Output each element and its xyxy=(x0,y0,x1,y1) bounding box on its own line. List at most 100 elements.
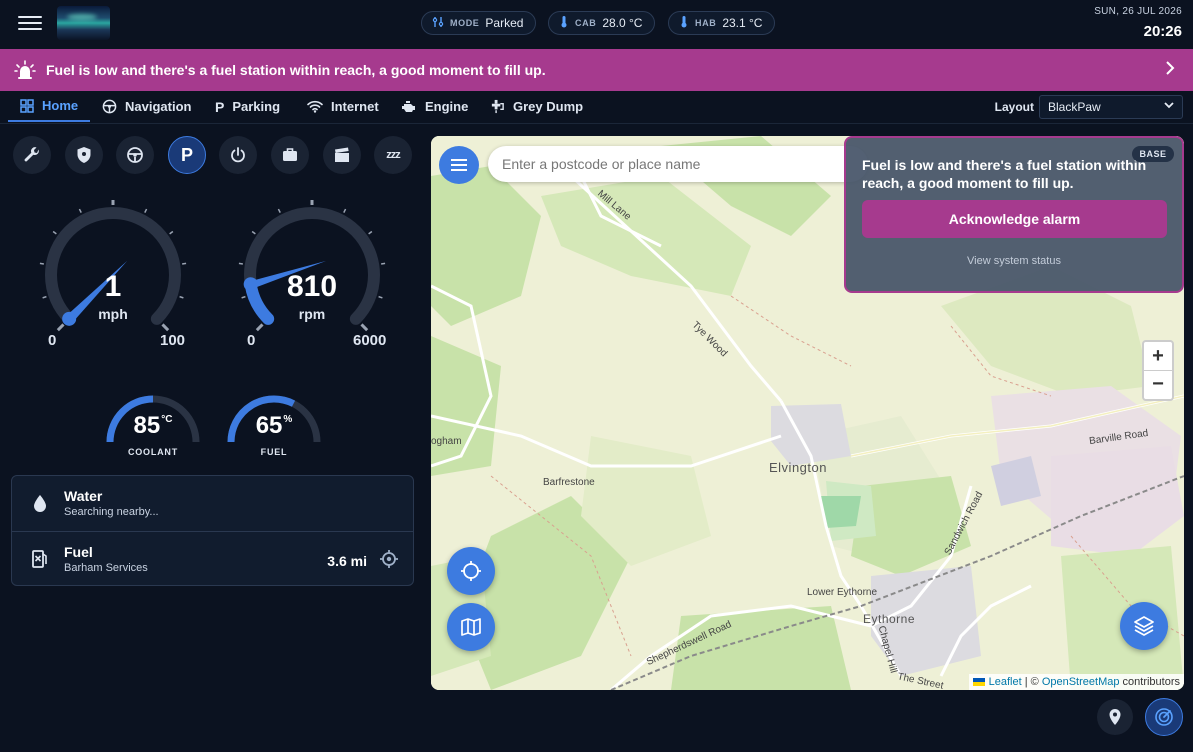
thermometer-icon xyxy=(559,15,569,31)
mode-value: Parked xyxy=(485,16,524,30)
alarm-popup: Fuel is low and there's a fuel station w… xyxy=(844,136,1184,293)
gauge-tick xyxy=(368,230,373,235)
mode-pill[interactable]: MODE Parked xyxy=(421,11,537,35)
zoom-in-button[interactable]: + xyxy=(1144,342,1172,370)
thermometer-icon xyxy=(679,15,689,31)
attribution-separator: | © xyxy=(1021,676,1042,688)
attribution-suffix: contributors xyxy=(1119,676,1180,688)
map-view[interactable]: Elvington Barfrestone Lower Eythorne Eyt… xyxy=(431,136,1184,690)
layers-icon xyxy=(1134,616,1154,636)
tab-label: Grey Dump xyxy=(513,99,584,114)
parked-mode-button[interactable]: P xyxy=(168,136,206,174)
location-pin-icon xyxy=(1109,709,1121,725)
banner-message: Fuel is low and there's a fuel station w… xyxy=(46,62,546,78)
gauge-tick xyxy=(39,262,44,265)
map-label-lower-eythorne: Lower Eythorne xyxy=(807,587,878,598)
power-mode-button[interactable] xyxy=(219,136,257,174)
list-item-fuel[interactable]: Fuel Barham Services 3.6 mi xyxy=(12,531,413,586)
rpm-gauge: 810 rpm 0 6000 xyxy=(237,197,387,350)
speed-value: 1 xyxy=(104,270,122,303)
shield-icon xyxy=(77,147,91,163)
rpm-value: 810 xyxy=(286,270,338,303)
nearby-services-list: Water Searching nearby... Fuel Barham Se… xyxy=(11,475,414,586)
hamburger-menu-icon[interactable] xyxy=(18,13,42,33)
parking-icon: P xyxy=(215,98,225,115)
wifi-icon xyxy=(307,100,323,113)
tab-engine[interactable]: Engine xyxy=(401,91,468,122)
tab-label: Navigation xyxy=(125,99,192,114)
gauge-tick xyxy=(251,230,256,235)
map-label-barfrestone: Barfrestone xyxy=(543,477,595,488)
speed-max: 100 xyxy=(160,332,186,349)
recenter-button[interactable] xyxy=(447,547,495,595)
gauge-tick xyxy=(78,208,82,213)
zoom-out-button[interactable]: − xyxy=(1144,370,1172,398)
tab-grey-dump[interactable]: Grey Dump xyxy=(490,91,583,122)
map-label-ogham: ogham xyxy=(431,436,462,447)
alarm-light-icon xyxy=(14,59,36,81)
tab-navigation[interactable]: Navigation xyxy=(102,91,191,122)
leaflet-link[interactable]: Leaflet xyxy=(989,676,1022,688)
fuel-caption: FUEL xyxy=(260,447,288,457)
tab-parking[interactable]: P Parking xyxy=(215,91,280,122)
fuel-value: 65 xyxy=(255,412,283,439)
fuel-unit: % xyxy=(283,414,293,425)
fuel-value-wrap: 65% xyxy=(223,412,325,440)
maintenance-mode-button[interactable] xyxy=(13,136,51,174)
coolant-caption: COOLANT xyxy=(127,447,179,457)
driving-mode-button[interactable] xyxy=(116,136,154,174)
alert-banner[interactable]: Fuel is low and there's a fuel station w… xyxy=(0,49,1193,91)
alarm-message: Fuel is low and there's a fuel station w… xyxy=(862,157,1147,191)
speed-gauge: 1 mph 0 100 xyxy=(38,197,188,350)
coolant-value: 85 xyxy=(133,412,161,439)
layout-select[interactable]: BlackPaw xyxy=(1039,95,1183,119)
tab-internet[interactable]: Internet xyxy=(307,91,379,122)
security-mode-button[interactable] xyxy=(65,136,103,174)
cab-temp-pill[interactable]: CAB 28.0 °C xyxy=(548,11,656,35)
hab-temp-pill[interactable]: HAB 23.1 °C xyxy=(668,11,776,35)
gauge-tick xyxy=(56,323,65,332)
location-pin-button[interactable] xyxy=(1097,699,1133,735)
locate-icon[interactable] xyxy=(379,549,399,569)
place-search-input[interactable] xyxy=(502,156,868,172)
power-icon xyxy=(231,147,245,163)
map-label-eythorne: Eythorne xyxy=(863,612,916,626)
coolant-unit: °C xyxy=(161,414,173,425)
map-menu-button[interactable] xyxy=(439,146,479,184)
base-badge: BASE xyxy=(1132,146,1174,162)
openstreetmap-link[interactable]: OpenStreetMap xyxy=(1042,676,1120,688)
gauge-tick xyxy=(52,230,57,235)
radar-icon xyxy=(1155,708,1173,726)
sleep-mode-button[interactable]: zzz xyxy=(374,136,412,174)
layers-button[interactable] xyxy=(1120,602,1168,650)
service-name: Water xyxy=(64,488,103,504)
view-system-status-link[interactable]: View system status xyxy=(846,255,1182,267)
radar-button[interactable] xyxy=(1145,698,1183,736)
tab-home[interactable]: Home xyxy=(8,91,91,122)
ukraine-flag-icon xyxy=(972,678,985,686)
gauge-tick xyxy=(381,262,386,265)
gauge-tick xyxy=(255,323,264,332)
clock: SUN, 26 JUL 2026 20:26 xyxy=(1094,6,1182,40)
sleep-icon: zzz xyxy=(386,149,400,161)
list-item-water[interactable]: Water Searching nearby... xyxy=(12,476,413,531)
steering-wheel-icon xyxy=(102,99,117,114)
profile-thumbnail[interactable] xyxy=(57,6,110,40)
chevron-right-icon[interactable] xyxy=(1165,61,1175,80)
hab-label: HAB xyxy=(695,18,717,28)
fuel-pump-icon xyxy=(32,550,47,568)
tab-label: Engine xyxy=(425,99,469,114)
gauge-tick xyxy=(238,262,243,265)
place-search[interactable] xyxy=(488,146,868,182)
map-style-button[interactable] xyxy=(447,603,495,651)
rpm-min: 0 xyxy=(247,332,256,349)
work-mode-button[interactable] xyxy=(271,136,309,174)
water-drop-icon xyxy=(34,495,46,512)
acknowledge-alarm-button[interactable]: Acknowledge alarm xyxy=(862,200,1167,238)
hamburger-icon xyxy=(451,159,467,171)
gauge-tick xyxy=(169,230,174,235)
map-icon xyxy=(461,618,481,636)
gauge-tick xyxy=(161,323,170,332)
hab-value: 23.1 °C xyxy=(722,16,763,30)
movie-mode-button[interactable] xyxy=(323,136,361,174)
